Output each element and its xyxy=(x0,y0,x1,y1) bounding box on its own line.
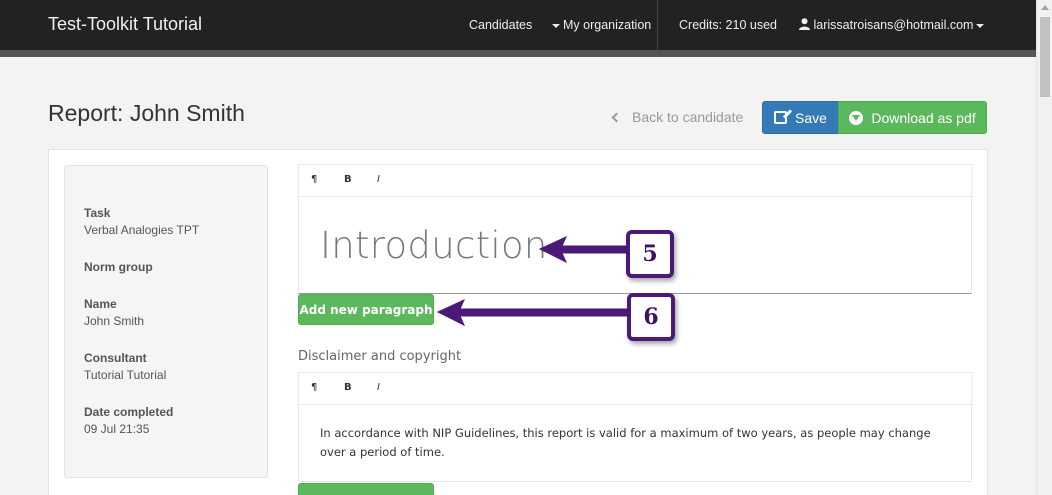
annotation-callout-5: 5 xyxy=(626,230,674,278)
annotation-callout-6: 6 xyxy=(627,293,675,341)
scroll-up-arrow-icon[interactable] xyxy=(1041,5,1049,10)
arrow-to-add-button xyxy=(436,298,629,327)
page-scrollbar[interactable] xyxy=(1036,0,1052,495)
scrollbar-thumb[interactable] xyxy=(1040,17,1050,97)
arrow-to-heading xyxy=(538,235,629,264)
annotation-arrows xyxy=(436,235,629,327)
